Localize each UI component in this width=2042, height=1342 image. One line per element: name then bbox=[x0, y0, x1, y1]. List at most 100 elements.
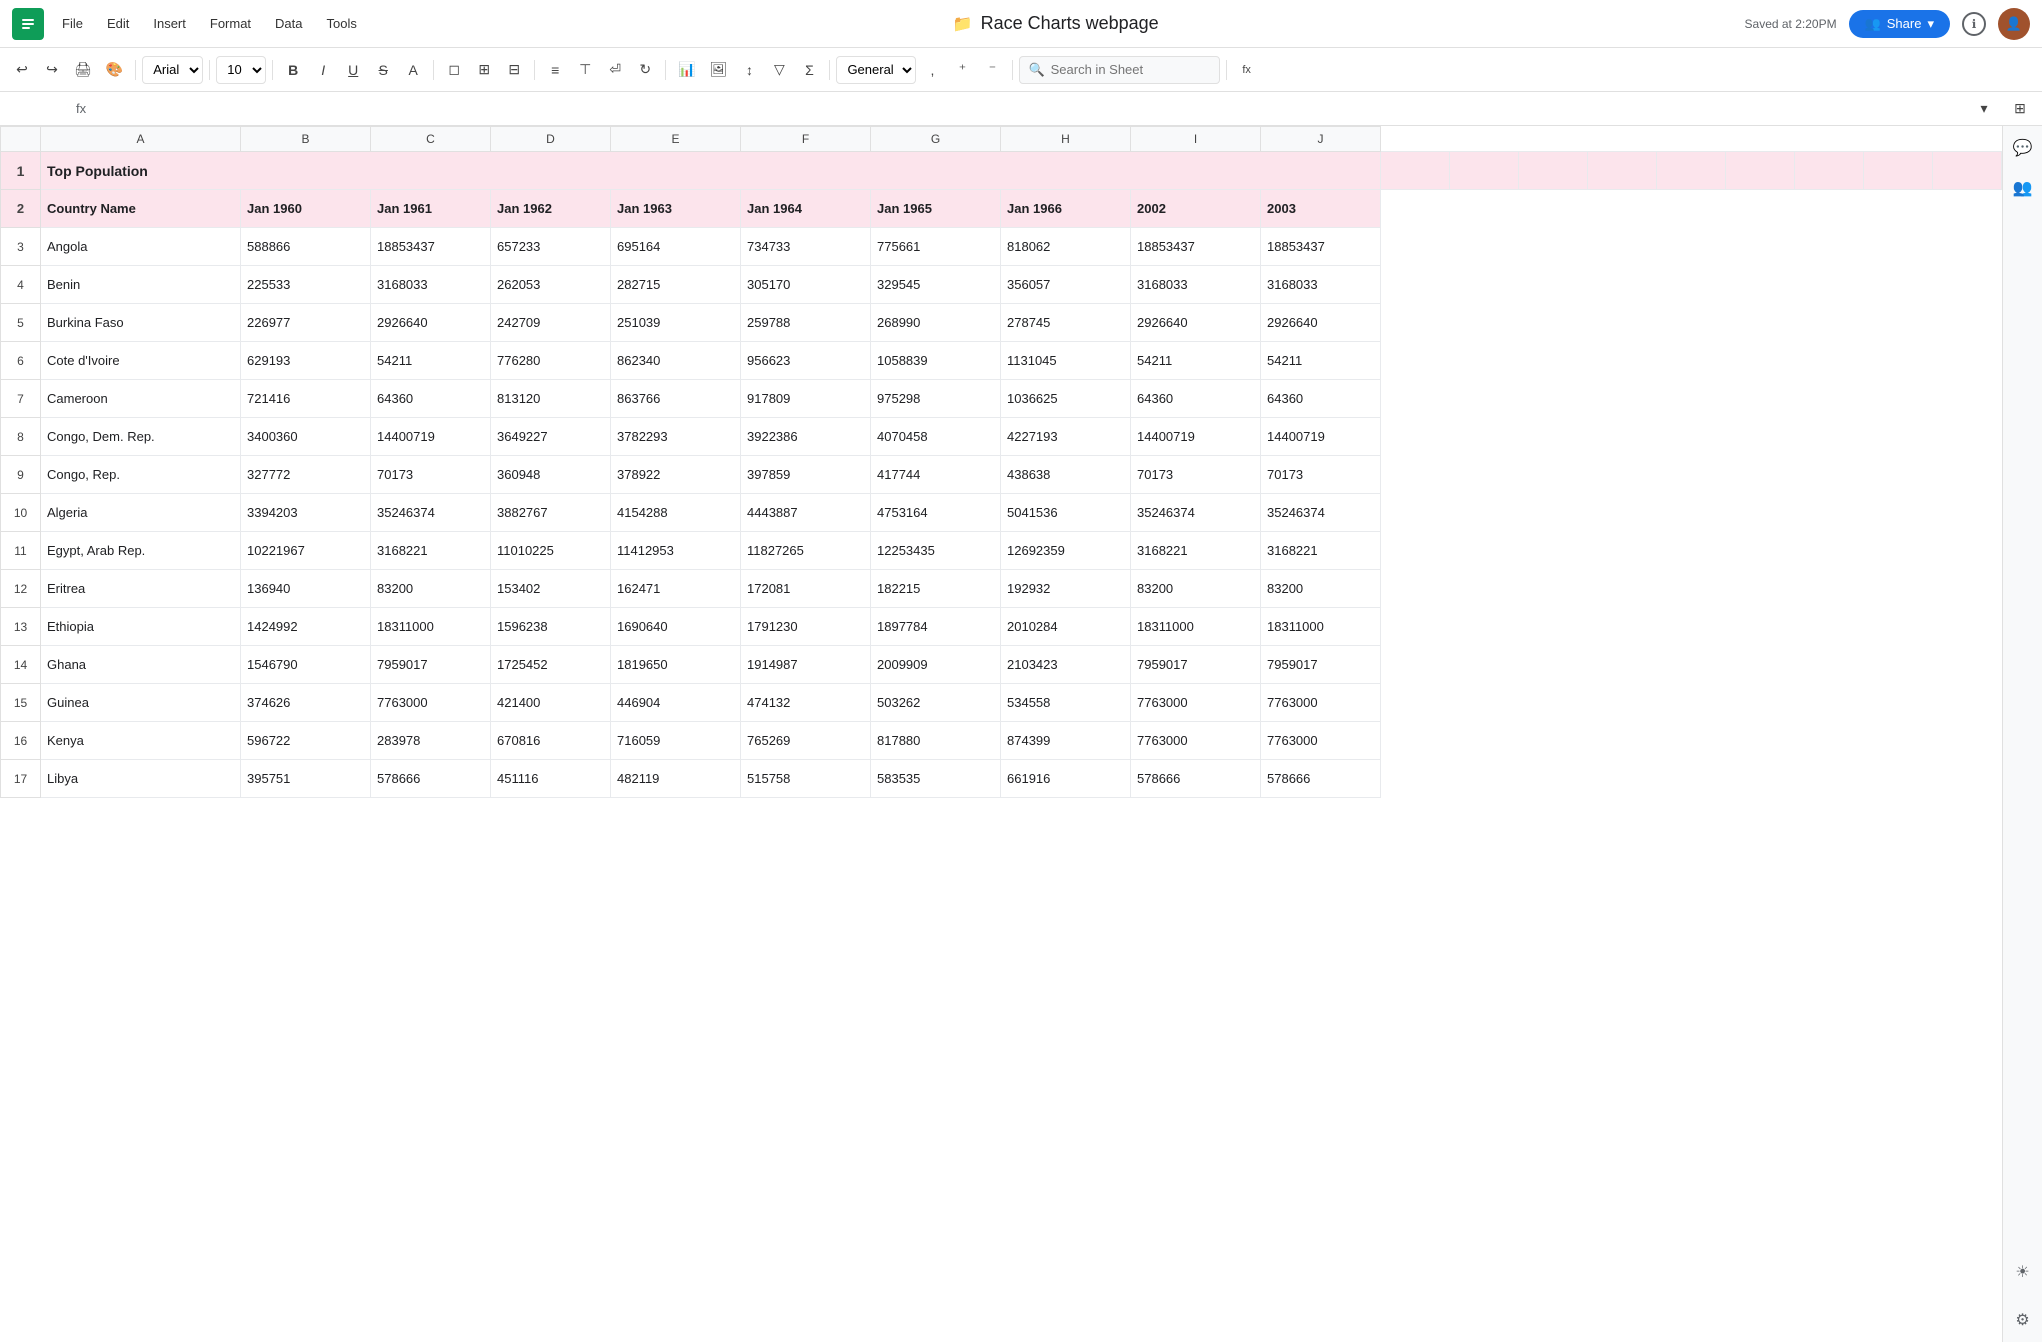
data-cell[interactable]: 817880 bbox=[871, 722, 1001, 760]
col-header-b[interactable]: B bbox=[241, 127, 371, 152]
data-cell[interactable]: 35246374 bbox=[1261, 494, 1381, 532]
theme-icon[interactable]: ☀ bbox=[2011, 1258, 2033, 1286]
data-cell[interactable]: 18311000 bbox=[1261, 608, 1381, 646]
data-cell[interactable]: 1131045 bbox=[1001, 342, 1131, 380]
data-cell[interactable]: 282715 bbox=[611, 266, 741, 304]
data-cell[interactable]: 305170 bbox=[741, 266, 871, 304]
data-cell[interactable]: 14400719 bbox=[1261, 418, 1381, 456]
data-cell[interactable]: 7763000 bbox=[1131, 722, 1261, 760]
data-cell[interactable]: 3922386 bbox=[741, 418, 871, 456]
data-cell[interactable]: 765269 bbox=[741, 722, 871, 760]
data-cell[interactable]: 716059 bbox=[611, 722, 741, 760]
data-cell[interactable]: 818062 bbox=[1001, 228, 1131, 266]
data-cell[interactable]: 1058839 bbox=[871, 342, 1001, 380]
data-cell[interactable]: 4227193 bbox=[1001, 418, 1131, 456]
decrease-decimal-button[interactable]: ⁻ bbox=[978, 56, 1006, 84]
data-cell[interactable]: 226977 bbox=[241, 304, 371, 342]
data-cell[interactable] bbox=[1519, 152, 1588, 190]
borders-button[interactable]: ⊞ bbox=[470, 56, 498, 84]
data-cell[interactable]: 3168221 bbox=[1131, 532, 1261, 570]
data-cell[interactable]: 3782293 bbox=[611, 418, 741, 456]
data-cell[interactable]: 395751 bbox=[241, 760, 371, 798]
data-cell[interactable]: 776280 bbox=[491, 342, 611, 380]
data-cell[interactable]: 18853437 bbox=[371, 228, 491, 266]
country-cell[interactable]: Ethiopia bbox=[41, 608, 241, 646]
data-cell[interactable]: 657233 bbox=[491, 228, 611, 266]
data-cell[interactable]: 578666 bbox=[1131, 760, 1261, 798]
data-cell[interactable] bbox=[1795, 152, 1864, 190]
data-cell[interactable]: 262053 bbox=[491, 266, 611, 304]
menu-data[interactable]: Data bbox=[265, 12, 312, 35]
data-cell[interactable]: 482119 bbox=[611, 760, 741, 798]
data-cell[interactable]: 54211 bbox=[1131, 342, 1261, 380]
search-input[interactable] bbox=[1051, 62, 1211, 77]
data-cell[interactable]: 225533 bbox=[241, 266, 371, 304]
data-cell[interactable]: 583535 bbox=[871, 760, 1001, 798]
col-header-g[interactable]: G bbox=[871, 127, 1001, 152]
data-cell[interactable]: 578666 bbox=[1261, 760, 1381, 798]
undo-button[interactable]: ↩ bbox=[8, 56, 36, 84]
data-cell[interactable]: 360948 bbox=[491, 456, 611, 494]
data-cell[interactable]: 7763000 bbox=[1261, 684, 1381, 722]
data-cell[interactable]: 7959017 bbox=[1261, 646, 1381, 684]
data-cell[interactable]: 4443887 bbox=[741, 494, 871, 532]
valign-button[interactable]: ⊤ bbox=[571, 56, 599, 84]
chart-button[interactable]: 📊 bbox=[672, 56, 701, 84]
data-cell[interactable]: 192932 bbox=[1001, 570, 1131, 608]
rotate-button[interactable]: ↻ bbox=[631, 56, 659, 84]
data-cell[interactable]: 2010284 bbox=[1001, 608, 1131, 646]
data-cell[interactable]: 329545 bbox=[871, 266, 1001, 304]
country-cell[interactable]: Eritrea bbox=[41, 570, 241, 608]
expand-formula-button[interactable]: ▾ bbox=[1970, 95, 1998, 123]
col-header-f[interactable]: F bbox=[741, 127, 871, 152]
data-cell[interactable]: 64360 bbox=[371, 380, 491, 418]
data-cell[interactable]: 3168033 bbox=[371, 266, 491, 304]
data-cell[interactable]: 438638 bbox=[1001, 456, 1131, 494]
country-cell[interactable]: Country Name bbox=[41, 190, 241, 228]
data-cell[interactable]: 2003 bbox=[1261, 190, 1381, 228]
data-cell[interactable]: 1725452 bbox=[491, 646, 611, 684]
data-cell[interactable]: 10221967 bbox=[241, 532, 371, 570]
data-cell[interactable]: Jan 1962 bbox=[491, 190, 611, 228]
data-cell[interactable]: 813120 bbox=[491, 380, 611, 418]
data-cell[interactable]: 503262 bbox=[871, 684, 1001, 722]
data-cell[interactable]: 11010225 bbox=[491, 532, 611, 570]
data-cell[interactable]: 35246374 bbox=[1131, 494, 1261, 532]
data-cell[interactable]: 734733 bbox=[741, 228, 871, 266]
settings-icon[interactable]: ⚙ bbox=[2011, 1306, 2033, 1334]
country-cell[interactable]: Cameroon bbox=[41, 380, 241, 418]
col-header-j[interactable]: J bbox=[1261, 127, 1381, 152]
data-cell[interactable]: 1596238 bbox=[491, 608, 611, 646]
data-cell[interactable]: 11412953 bbox=[611, 532, 741, 570]
data-cell[interactable]: 2926640 bbox=[371, 304, 491, 342]
data-cell[interactable]: 862340 bbox=[611, 342, 741, 380]
data-cell[interactable]: 534558 bbox=[1001, 684, 1131, 722]
share-button[interactable]: 👥 Share ▾ bbox=[1849, 10, 1950, 38]
data-cell[interactable]: 446904 bbox=[611, 684, 741, 722]
data-cell[interactable]: 3400360 bbox=[241, 418, 371, 456]
data-cell[interactable]: 162471 bbox=[611, 570, 741, 608]
country-cell[interactable]: Congo, Dem. Rep. bbox=[41, 418, 241, 456]
data-cell[interactable]: 7763000 bbox=[371, 684, 491, 722]
data-cell[interactable]: 12692359 bbox=[1001, 532, 1131, 570]
data-cell[interactable]: 7763000 bbox=[1131, 684, 1261, 722]
data-cell[interactable]: 70173 bbox=[371, 456, 491, 494]
data-cell[interactable]: 327772 bbox=[241, 456, 371, 494]
data-cell[interactable]: 356057 bbox=[1001, 266, 1131, 304]
col-header-e[interactable]: E bbox=[611, 127, 741, 152]
data-cell[interactable]: 3394203 bbox=[241, 494, 371, 532]
data-cell[interactable]: 956623 bbox=[741, 342, 871, 380]
country-cell[interactable]: Libya bbox=[41, 760, 241, 798]
data-cell[interactable]: 661916 bbox=[1001, 760, 1131, 798]
country-cell[interactable]: Congo, Rep. bbox=[41, 456, 241, 494]
data-cell[interactable]: 35246374 bbox=[371, 494, 491, 532]
data-cell[interactable]: 3882767 bbox=[491, 494, 611, 532]
italic-button[interactable]: I bbox=[309, 56, 337, 84]
data-cell[interactable]: 695164 bbox=[611, 228, 741, 266]
data-cell[interactable] bbox=[1726, 152, 1795, 190]
formula-tools-button[interactable]: ⊞ bbox=[2006, 95, 2034, 123]
data-cell[interactable]: 64360 bbox=[1131, 380, 1261, 418]
text-color-button[interactable]: A bbox=[399, 56, 427, 84]
data-cell[interactable]: 596722 bbox=[241, 722, 371, 760]
data-cell[interactable]: 268990 bbox=[871, 304, 1001, 342]
